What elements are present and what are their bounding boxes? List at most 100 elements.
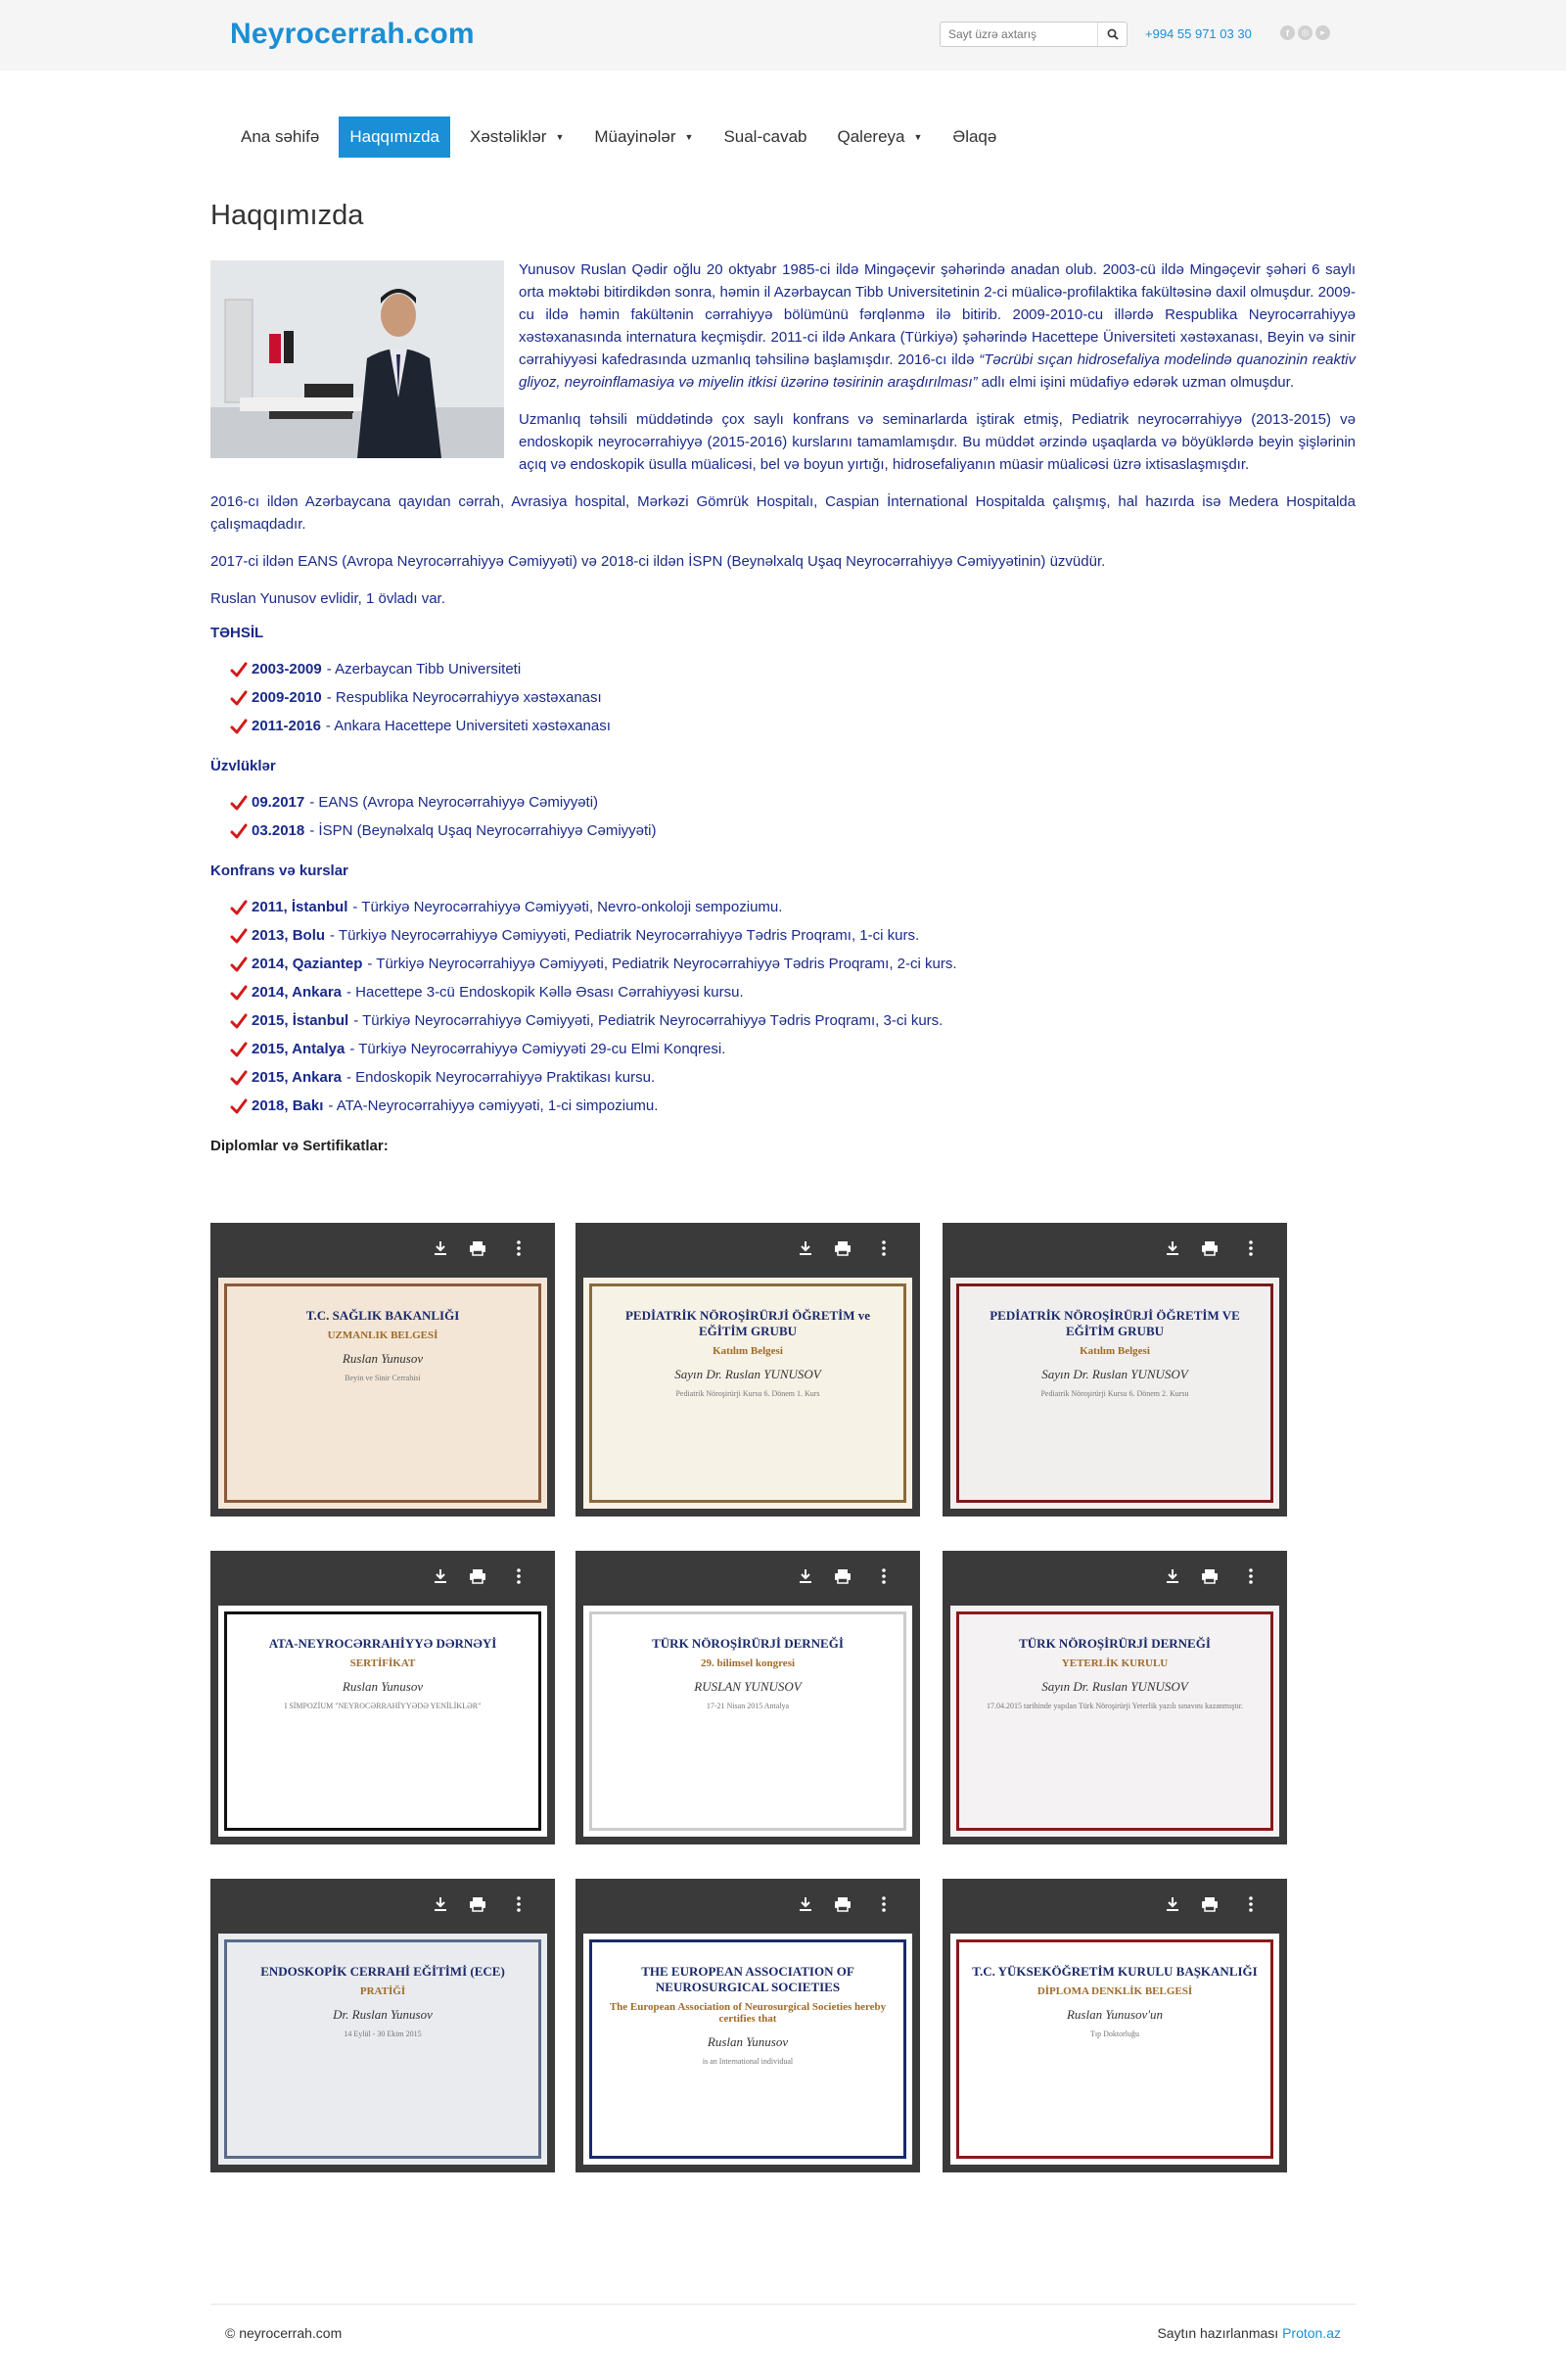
list-item-year: 2015, Antalya (252, 1041, 345, 1057)
print-icon[interactable] (834, 1568, 852, 1584)
certificate-viewer[interactable]: TÜRK NÖROŞİRÜRJİ DERNEĞİ YETERLİK KURULU S… (943, 1551, 1287, 1844)
certificate-title: THE EUROPEAN ASSOCIATION OF NEUROSURGICA… (641, 1964, 854, 1994)
download-icon[interactable] (1166, 1568, 1179, 1584)
print-icon[interactable] (1201, 1568, 1219, 1584)
youtube-icon[interactable]: ▸ (1315, 25, 1330, 40)
nav-item[interactable]: Sual-cavab (713, 117, 817, 158)
list-item-text: - EANS (Avropa Neyrocərrahiyyə Cəmiyyəti… (309, 794, 599, 811)
more-options-icon[interactable] (881, 1240, 887, 1256)
print-icon[interactable] (834, 1240, 852, 1256)
certificate-viewer[interactable]: T.C. SAĞLIK BAKANLIĞI UZMANLIK BELGESİ Rus… (210, 1223, 555, 1517)
certificate-document: THE EUROPEAN ASSOCIATION OF NEUROSURGICA… (583, 1934, 912, 2165)
check-icon (230, 957, 248, 971)
copyright-text: © neyrocerrah.com (225, 2325, 343, 2341)
viewer-toolbar (210, 1223, 555, 1278)
more-options-icon[interactable] (1248, 1568, 1254, 1584)
download-icon[interactable] (434, 1240, 447, 1256)
nav-item[interactable]: Qalereya ▼ (827, 117, 934, 158)
certificate-subtitle: PRATİĞİ (359, 1985, 406, 1997)
search-input[interactable] (948, 26, 1095, 42)
viewer-toolbar (210, 1879, 555, 1934)
facebook-icon[interactable]: f (1280, 25, 1295, 40)
bio-paragraph-4: 2017-ci ildən EANS (Avropa Neyrocərrahiy… (210, 553, 1106, 570)
certificate-viewer[interactable]: ENDOSKOPİK CERRAHİ EĞİTİMİ (ECE) PRATİĞİ D… (210, 1879, 555, 2172)
list-item-year: 2015, İstanbul (252, 1012, 349, 1029)
certificate-document: TÜRK NÖROŞİRÜRJİ DERNEĞİ 29. bilimsel kon… (583, 1606, 912, 1837)
certificate-title: TÜRK NÖROŞİRÜRJİ DERNEĞİ (1019, 1636, 1211, 1651)
list-item: 09.2017- EANS (Avropa Neyrocərrahiyyə Cə… (230, 788, 1356, 817)
print-icon[interactable] (834, 1896, 852, 1912)
certificate-footnote: Tıp Doktorluğu (1090, 2030, 1139, 2038)
more-options-icon[interactable] (1248, 1240, 1254, 1256)
certificate-frame: PEDİATRİK NÖROŞİRÜRJİ ÖĞRETİM ve EĞİTİM … (589, 1283, 906, 1503)
nav-item[interactable]: Ana səhifə (230, 117, 330, 158)
certificate-viewer[interactable]: PEDİATRİK NÖROŞİRÜRJİ ÖĞRETİM ve EĞİTİM … (576, 1223, 920, 1517)
certificate-subtitle: UZMANLIK BELGESİ (327, 1330, 438, 1341)
list-item-year: 2009-2010 (252, 689, 322, 706)
certificate-viewer[interactable]: THE EUROPEAN ASSOCIATION OF NEUROSURGICA… (576, 1879, 920, 2172)
more-options-icon[interactable] (1248, 1896, 1254, 1912)
list-item-text: - Türkiyə Neyrocərrahiyyə Cəmiyyəti, Nev… (352, 899, 783, 915)
nav-item-label: Sual-cavab (723, 127, 807, 146)
nav-item[interactable]: Xəstəliklər ▼ (459, 117, 575, 158)
education-heading: TƏHSİL (210, 625, 264, 641)
certificate-subtitle: YETERLİK KURULU (1061, 1657, 1169, 1669)
more-options-icon[interactable] (881, 1568, 887, 1584)
instagram-icon[interactable]: ◎ (1298, 25, 1313, 40)
download-icon[interactable] (434, 1568, 447, 1584)
print-icon[interactable] (1201, 1240, 1219, 1256)
nav-item-label: Xəstəliklər (470, 127, 547, 146)
credits: Saytın hazırlanması Proton.az (1157, 2325, 1341, 2341)
check-icon (230, 719, 248, 733)
certificate-subtitle: 29. bilimsel kongresi (700, 1657, 796, 1669)
certificate-viewer[interactable]: TÜRK NÖROŞİRÜRJİ DERNEĞİ 29. bilimsel kon… (576, 1551, 920, 1844)
viewer-toolbar (943, 1223, 1287, 1278)
search-box[interactable] (940, 22, 1128, 47)
search-button[interactable] (1097, 23, 1127, 46)
certificate-frame: THE EUROPEAN ASSOCIATION OF NEUROSURGICA… (589, 1939, 906, 2159)
certificate-title: PEDİATRİK NÖROŞİRÜRJİ ÖĞRETİM VE EĞİTİM … (990, 1308, 1240, 1338)
certificate-document: ENDOSKOPİK CERRAHİ EĞİTİMİ (ECE) PRATİĞİ D… (218, 1934, 547, 2165)
download-icon[interactable] (799, 1568, 812, 1584)
download-icon[interactable] (434, 1896, 447, 1912)
download-icon[interactable] (1166, 1240, 1179, 1256)
print-icon[interactable] (469, 1240, 486, 1256)
print-icon[interactable] (1201, 1896, 1219, 1912)
certificate-frame: ATA-NEYROCƏRRAHİYYƏ DƏRNƏYİ SERTİFİKAT Rus… (224, 1611, 541, 1831)
certificate-footnote: 14 Eylül - 30 Ekim 2015 (344, 2030, 422, 2038)
more-options-icon[interactable] (881, 1896, 887, 1912)
certificate-viewer[interactable]: T.C. YÜKSEKÖĞRETİM KURULU BAŞKANLIĞI DİPL… (943, 1879, 1287, 2172)
nav-item[interactable]: Haqqımızda (339, 117, 451, 158)
certificate-name: RUSLAN YUNUSOV (694, 1679, 802, 1694)
more-options-icon[interactable] (516, 1568, 522, 1584)
download-icon[interactable] (799, 1240, 812, 1256)
list-item-year: 2014, Qaziantep (252, 956, 363, 972)
certificate-footnote: is an International individual (702, 2057, 794, 2066)
print-icon[interactable] (469, 1896, 486, 1912)
list-item-year: 2014, Ankara (252, 984, 343, 1001)
viewer-toolbar (576, 1879, 920, 1934)
download-icon[interactable] (799, 1896, 812, 1912)
certificate-subtitle: Katılım Belgesi (713, 1345, 783, 1357)
more-options-icon[interactable] (516, 1240, 522, 1256)
certificate-name: Ruslan Yunusov (707, 2034, 789, 2049)
certificate-document: T.C. SAĞLIK BAKANLIĞI UZMANLIK BELGESİ Rus… (218, 1278, 547, 1509)
check-icon (230, 1098, 248, 1113)
nav-item[interactable]: Əlaqə (942, 117, 1007, 158)
certificate-footnote: I SİMPOZİUM "NEYROCƏRRAHİYYƏDƏ YENİLİKLƏ… (284, 1702, 482, 1710)
viewer-toolbar (943, 1551, 1287, 1606)
print-icon[interactable] (469, 1568, 486, 1584)
phone-number[interactable]: +994 55 971 03 30 (1145, 26, 1252, 41)
nav-item[interactable]: Müayinələr ▼ (583, 117, 704, 158)
nav-item-label: Ana səhifə (241, 127, 320, 146)
nav-item-label: Qalereya (837, 127, 905, 146)
certificate-viewer[interactable]: ATA-NEYROCƏRRAHİYYƏ DƏRNƏYİ SERTİFİKAT Rus… (210, 1551, 555, 1844)
credits-link[interactable]: Proton.az (1282, 2325, 1341, 2341)
site-logo[interactable]: Neyrocerrah.com (230, 18, 475, 51)
list-item: 2013, Bolu - Türkiyə Neyrocərrahiyyə Cəmi… (230, 921, 1356, 950)
download-icon[interactable] (1166, 1896, 1179, 1912)
memberships-heading: Üzvlüklər (210, 758, 276, 774)
certificate-viewer[interactable]: PEDİATRİK NÖROŞİRÜRJİ ÖĞRETİM VE EĞİTİM … (943, 1223, 1287, 1517)
check-icon (230, 795, 248, 810)
more-options-icon[interactable] (516, 1896, 522, 1912)
